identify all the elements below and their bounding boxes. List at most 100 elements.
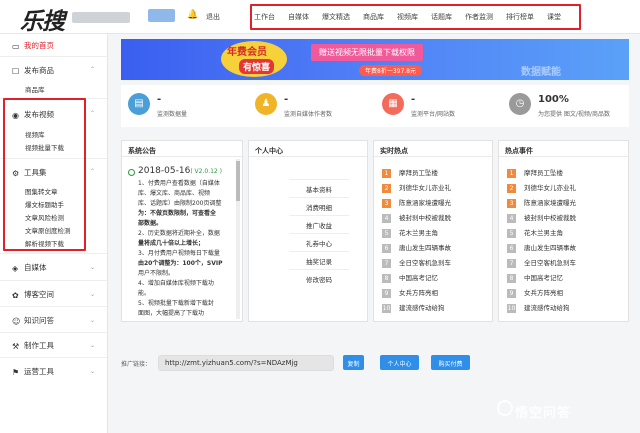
hot-item[interactable]: 10 建流感传动给狗 — [382, 302, 445, 313]
rank-badge: 3 — [382, 199, 391, 208]
hot-item-text: 女兵方阵亮相 — [399, 289, 438, 297]
rank-badge: 8 — [382, 274, 391, 283]
stat-label: 监测自媒体作者数 — [284, 111, 333, 118]
sidebar-more-media[interactable]: ◈ 自媒体 — [12, 262, 47, 273]
scrollbar-thumb[interactable] — [236, 161, 240, 201]
logout-link[interactable]: 退出 — [206, 12, 220, 22]
promo-banner[interactable]: 年费会员 有惊喜 赠送视频无限批量下载权限 年费8折一397.8元 数据赋能 — [121, 39, 629, 80]
card-title: 个人中心 — [249, 141, 367, 157]
stat-card: ♟ - 监测自媒体作者数 — [248, 85, 375, 127]
hot-item-text: 全日空客机急刹车 — [524, 259, 576, 267]
sidebar-group-goods[interactable]: ☐ 发布商品 — [12, 65, 54, 76]
hot-item[interactable]: 2 刘德华女儿亦业礼 — [507, 182, 576, 193]
stat-value: - — [157, 94, 162, 105]
personal-menu-item[interactable]: 修改密码 — [289, 269, 349, 284]
hot-item[interactable]: 6 唐山发生四辆事故 — [507, 242, 576, 253]
hot-item-text: 摩拜员工坠楼 — [399, 169, 438, 177]
chevron-down-icon[interactable]: ⌄ — [90, 264, 95, 271]
sidebar-more-label: 知识问答 — [24, 316, 54, 325]
buy-button[interactable]: 购买付费 — [431, 355, 470, 370]
edit-icon: ☐ — [12, 67, 20, 76]
hot-item[interactable]: 5 花木兰男主角 — [507, 227, 563, 238]
rank-badge: 6 — [382, 244, 391, 253]
personal-menu-item[interactable]: 推广收益 — [289, 215, 349, 230]
chevron-up-icon[interactable]: ⌃ — [90, 66, 95, 73]
notice-card: 系统公告 2018-05-16( V2.0.12 ) 1、付费用户查看数据（自媒… — [121, 140, 243, 322]
stat-card: ◷ 100% 为您提供 图文/视频/商品数 — [502, 85, 629, 127]
hot-item[interactable]: 8 中国高考记忆 — [382, 272, 438, 283]
hot-item[interactable]: 2 刘德华女儿亦业礼 — [382, 182, 451, 193]
clock-icon: ◷ — [509, 93, 531, 115]
hot-item[interactable]: 1 摩拜员工坠楼 — [507, 167, 563, 178]
copy-button[interactable]: 复制 — [343, 355, 364, 370]
chevron-up-icon[interactable]: ⌃ — [90, 110, 95, 117]
hot-item-text: 唐山发生四辆事故 — [399, 244, 451, 252]
sidebar-more-label: 运营工具 — [24, 367, 54, 376]
chevron-down-icon[interactable]: ⌄ — [90, 317, 95, 324]
hot-item[interactable]: 3 陈意涵家境遭曝光 — [507, 197, 576, 208]
bell-icon[interactable]: 🔔 — [187, 10, 198, 20]
rank-badge: 2 — [382, 184, 391, 193]
banner-slogan: 数据赋能 — [521, 67, 561, 78]
sidebar-home[interactable]: ▭ 我的首页 — [12, 40, 54, 51]
sidebar-more-make[interactable]: ⚒ 制作工具 — [12, 340, 54, 351]
rank-badge: 2 — [507, 184, 516, 193]
hot-item-text: 被封刹中校被裁脱 — [524, 214, 576, 222]
hot-item[interactable]: 6 唐山发生四辆事故 — [382, 242, 451, 253]
chevron-down-icon[interactable]: ⌄ — [90, 368, 95, 375]
stats-row: ▤ - 监测数据量 ♟ - 监测自媒体作者数 ▦ - 监测平台/网站数 ◷ 10… — [121, 85, 629, 127]
nav-highlight-box — [250, 4, 581, 30]
hot-item-text: 被封刹中校被裁脱 — [399, 214, 451, 222]
hot-item[interactable]: 7 全日空客机急刹车 — [382, 257, 451, 268]
hot-item-text: 中国高考记忆 — [399, 274, 438, 282]
hot-item-text: 刘德华女儿亦业礼 — [399, 184, 451, 192]
hot-item-text: 唐山发生四辆事故 — [524, 244, 576, 252]
notice-date-line: 2018-05-16( V2.0.12 ) — [138, 166, 222, 176]
hot-item[interactable]: 5 花木兰男主角 — [382, 227, 438, 238]
sidebar-more-blog[interactable]: ✿ 博客空间 — [12, 289, 54, 300]
personal-center-button[interactable]: 个人中心 — [380, 355, 419, 370]
card-title: 系统公告 — [122, 141, 242, 157]
promo-link-input[interactable]: http://zmt.yizhuan5.com/?s=NDAzMjg — [158, 355, 334, 371]
chevron-down-icon[interactable]: ⌄ — [90, 291, 95, 298]
rank-badge: 8 — [507, 274, 516, 283]
sidebar-more-qa[interactable]: ☺ 知识问答 — [12, 315, 54, 326]
watermark-logo-icon — [497, 400, 513, 416]
realtime-hot-card: 实时热点 1 摩拜员工坠楼 2 刘德华女儿亦业礼 3 陈意涵家境遭曝光 4 被封刹中校被… — [373, 140, 493, 322]
hot-item[interactable]: 3 陈意涵家境遭曝光 — [382, 197, 451, 208]
rank-badge: 1 — [382, 169, 391, 178]
sidebar-more-label: 自媒体 — [24, 263, 47, 272]
personal-menu-item[interactable]: 基本资料 — [289, 179, 349, 194]
hot-item[interactable]: 9 女兵方阵亮相 — [507, 287, 563, 298]
hot-item[interactable]: 4 被封刹中校被裁脱 — [507, 212, 576, 223]
hot-item[interactable]: 8 中国高考记忆 — [507, 272, 563, 283]
hot-item[interactable]: 9 女兵方阵亮相 — [382, 287, 438, 298]
rank-badge: 1 — [507, 169, 516, 178]
personal-menu-item[interactable]: 礼券中心 — [289, 233, 349, 248]
stat-label: 监测数据量 — [157, 111, 188, 118]
divider — [0, 253, 107, 254]
logo[interactable]: 乐搜 — [20, 2, 65, 36]
hot-item-text: 花木兰男主角 — [399, 229, 438, 237]
hot-item-text: 花木兰男主角 — [524, 229, 563, 237]
chevron-down-icon[interactable]: ⌄ — [90, 342, 95, 349]
personal-menu-item[interactable]: 消费明细 — [289, 197, 349, 212]
rank-badge: 4 — [382, 214, 391, 223]
banner-subtitle: 有惊喜 — [239, 59, 275, 74]
sidebar-more-ops[interactable]: ⚑ 运营工具 — [12, 366, 54, 377]
personal-menu-item[interactable]: 抽奖记录 — [289, 251, 349, 266]
banner-title: 年费会员 — [227, 47, 267, 58]
scrollbar[interactable] — [236, 159, 240, 319]
hot-item[interactable]: 10 建流感传动给狗 — [507, 302, 570, 313]
stat-card: ▤ - 监测数据量 — [121, 85, 248, 127]
sidebar-sub-item[interactable]: 商品库 — [25, 84, 45, 94]
rank-badge: 4 — [507, 214, 516, 223]
page: 乐搜 🔔 退出 工作台 自媒体 爆文精选 商品库 视频库 话题库 作者监测 排行… — [0, 0, 640, 433]
hot-item[interactable]: 1 摩拜员工坠楼 — [382, 167, 438, 178]
rank-badge: 9 — [507, 289, 516, 298]
person-icon: ♟ — [255, 93, 277, 115]
hot-item[interactable]: 7 全日空客机急刹车 — [507, 257, 576, 268]
chevron-up-icon[interactable]: ⌃ — [90, 168, 95, 175]
personal-center-card: 个人中心 基本资料 消费明细 推广收益 礼券中心 抽奖记录 修改密码 — [248, 140, 368, 322]
hot-item[interactable]: 4 被封刹中校被裁脱 — [382, 212, 451, 223]
